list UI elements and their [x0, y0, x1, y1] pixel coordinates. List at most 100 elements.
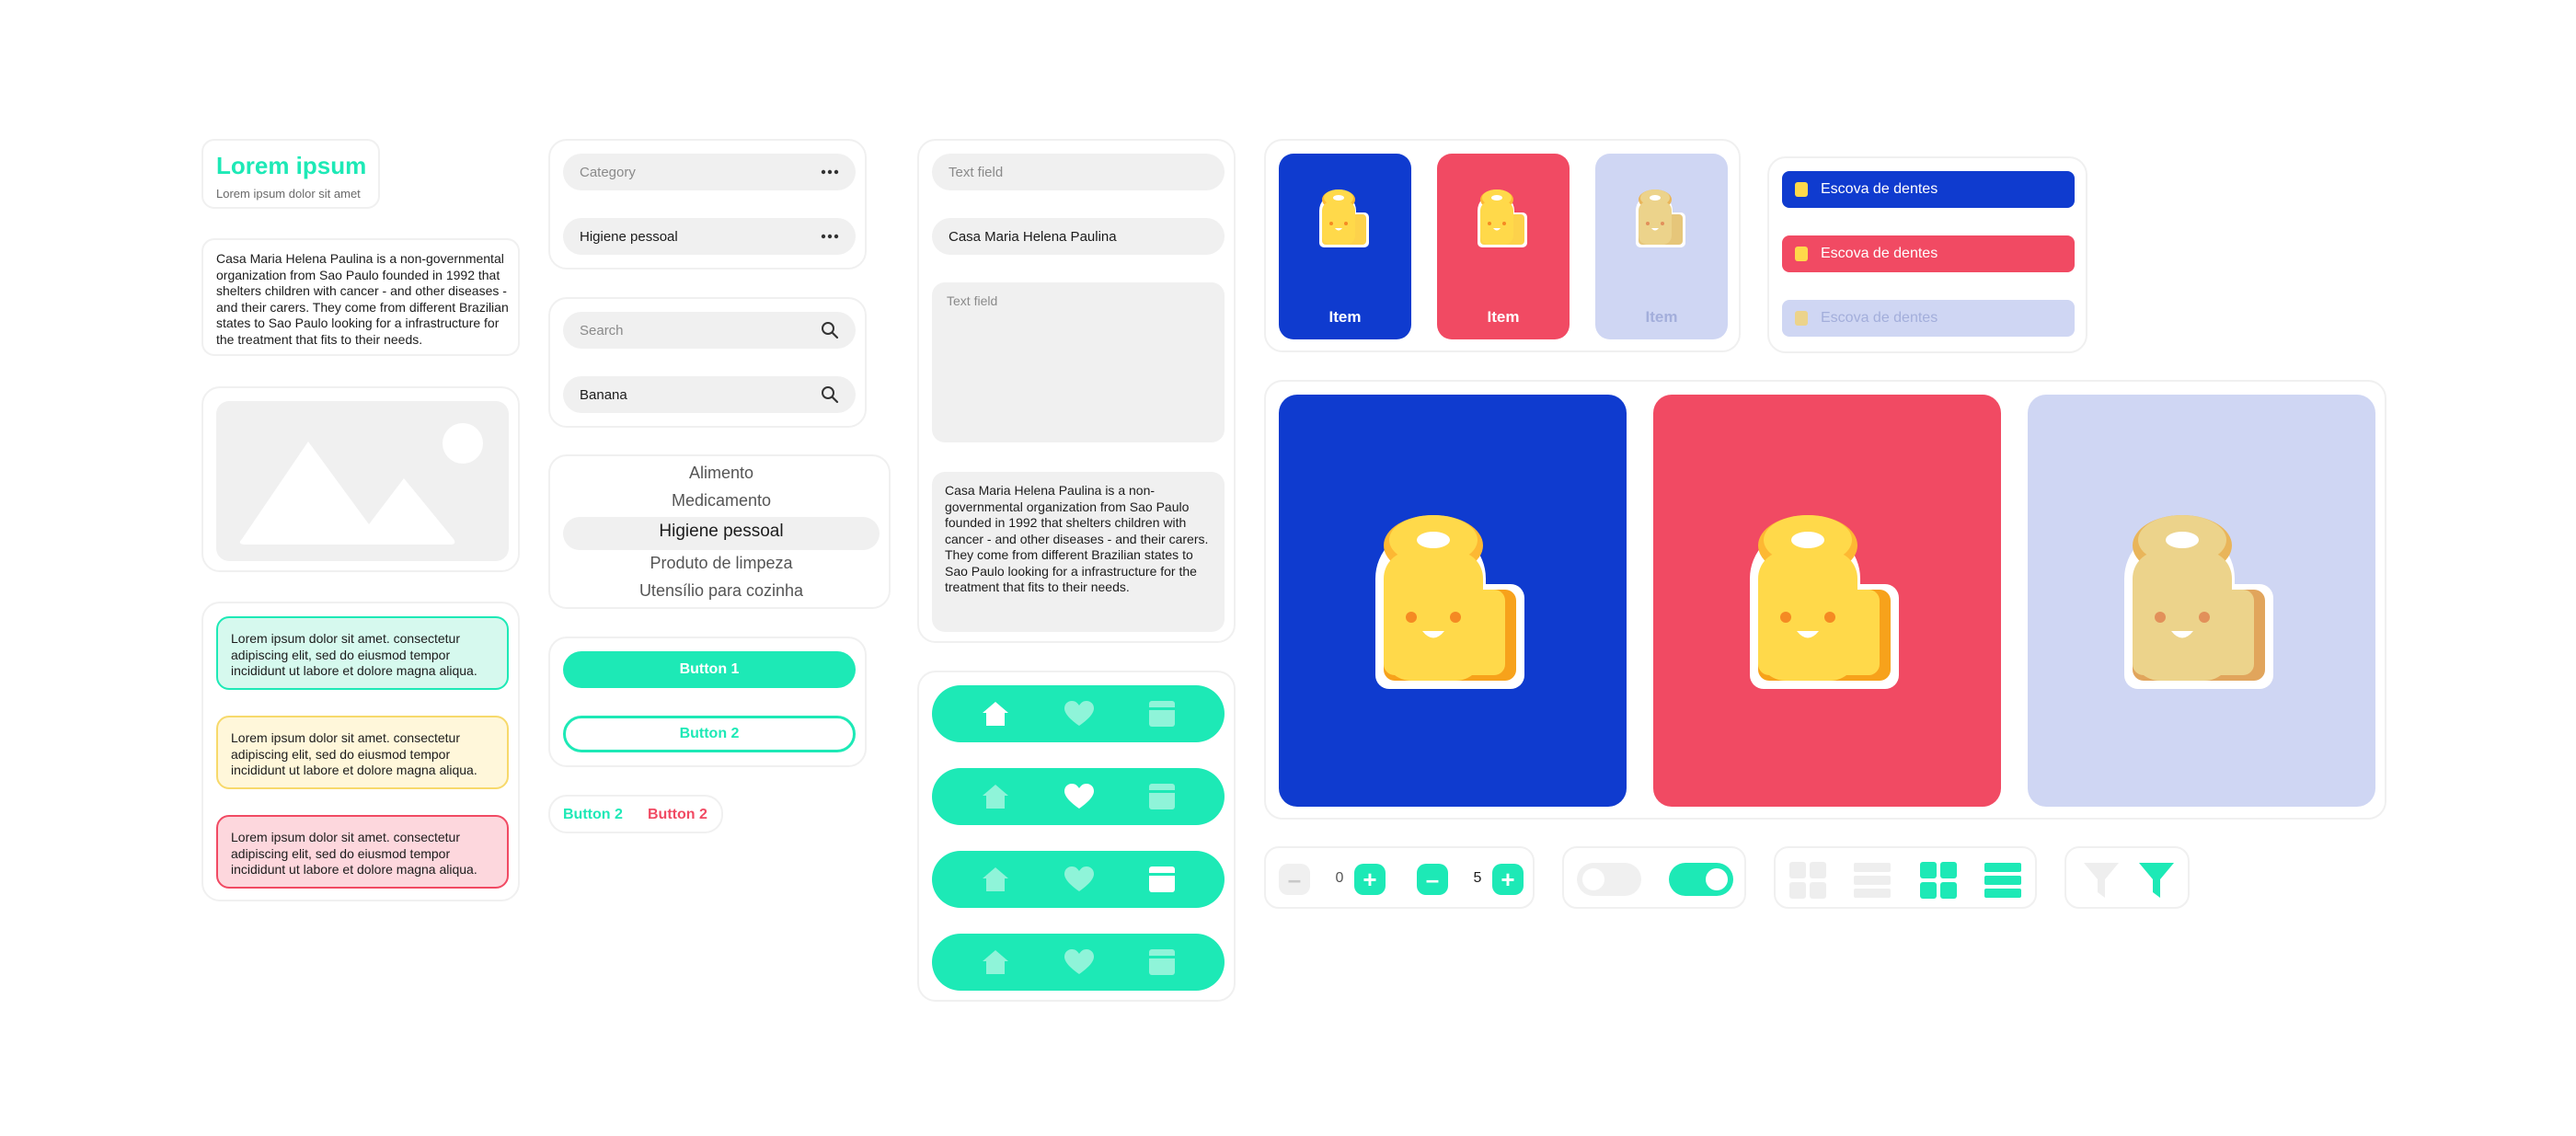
toilet-paper-icon — [1795, 311, 1808, 326]
filter-icon[interactable] — [2138, 861, 2175, 904]
toggle-knob — [1706, 868, 1728, 890]
decrement-button[interactable]: – — [1417, 864, 1448, 895]
item-tile-disabled[interactable]: Item — [1595, 154, 1728, 339]
list-view-icon[interactable] — [1853, 861, 1892, 904]
large-tile-red[interactable] — [1653, 395, 2001, 807]
search-placeholder: Search — [580, 322, 624, 339]
search-card: Search Banana — [548, 297, 867, 428]
image-placeholder-icon — [239, 423, 483, 545]
increment-button[interactable]: + — [1354, 864, 1386, 895]
home-icon[interactable] — [981, 866, 1010, 893]
list-view-icon[interactable] — [1984, 861, 2022, 904]
grid-view-icon[interactable] — [1919, 861, 1958, 904]
list-bar-label: Escova de dentes — [1821, 246, 1938, 261]
home-icon[interactable] — [981, 783, 1010, 810]
card-subtitle: Lorem ipsum dolor sit amet — [216, 187, 361, 201]
alerts-card: Lorem ipsum dolor sit amet. consectetur … — [201, 602, 520, 901]
category-dropdown-selected[interactable]: Higiene pessoal — [563, 218, 856, 255]
text-field-placeholder: Text field — [949, 164, 1004, 180]
filter-icon[interactable] — [2083, 861, 2120, 904]
decrement-button-disabled[interactable]: – — [1279, 864, 1310, 895]
textarea-value: Casa Maria Helena Paulina is a non-gover… — [945, 483, 1209, 594]
text-field-value: Casa Maria Helena Paulina — [949, 228, 1117, 245]
category-dropdown-label: Category — [580, 164, 636, 180]
alert-warning: Lorem ipsum dolor sit amet. consectetur … — [216, 716, 509, 789]
heart-icon[interactable] — [1064, 700, 1095, 728]
nav-bar-box — [932, 851, 1225, 908]
search-icon[interactable] — [821, 385, 839, 404]
card-title: Lorem ipsum — [216, 152, 367, 179]
increment-button[interactable]: + — [1492, 864, 1524, 895]
toilet-paper-icon — [1750, 515, 1899, 689]
nav-bar-inactive — [932, 934, 1225, 991]
item-tile-red[interactable]: Item — [1437, 154, 1570, 339]
nav-bar-favorites — [932, 768, 1225, 825]
toilet-paper-icon — [1795, 182, 1808, 197]
text-field-empty[interactable]: Text field — [932, 154, 1225, 190]
textarea-empty[interactable]: Text field — [932, 282, 1225, 442]
heart-icon[interactable] — [1064, 866, 1095, 893]
primary-button[interactable]: Button 1 — [563, 651, 856, 688]
box-icon[interactable] — [1148, 866, 1176, 893]
alert-success: Lorem ipsum dolor sit amet. consectetur … — [216, 616, 509, 690]
steppers-card: – 0 + – 5 + — [1264, 846, 1535, 909]
large-tile-disabled[interactable] — [2028, 395, 2375, 807]
more-horizontal-icon[interactable] — [821, 169, 839, 175]
more-horizontal-icon[interactable] — [821, 234, 839, 239]
item-tile-label: Item — [1328, 308, 1362, 326]
description-card: Casa Maria Helena Paulina is a non-gover… — [201, 238, 520, 356]
box-icon[interactable] — [1148, 700, 1176, 728]
category-dropdown[interactable]: Category — [563, 154, 856, 190]
picker-item[interactable]: Alimento — [550, 464, 892, 483]
large-tile-blue[interactable] — [1279, 395, 1627, 807]
heart-icon[interactable] — [1064, 783, 1095, 810]
home-icon[interactable] — [981, 948, 1010, 976]
text-button-accent[interactable]: Button 2 — [563, 807, 623, 823]
view-mode-card — [1774, 846, 2037, 909]
search-value: Banana — [580, 386, 627, 403]
heart-icon[interactable] — [1064, 948, 1095, 976]
picker-card: Alimento Medicamento Higiene pessoal Pro… — [548, 454, 891, 609]
toilet-paper-icon — [1636, 189, 1685, 247]
list-bar-disabled[interactable]: Escova de dentes — [1782, 300, 2075, 337]
text-field-filled[interactable]: Casa Maria Helena Paulina — [932, 218, 1225, 255]
text-buttons-card: Button 2 Button 2 — [548, 795, 723, 833]
textarea-placeholder: Text field — [947, 293, 998, 308]
picker-item[interactable]: Produto de limpeza — [550, 554, 892, 573]
nav-bar-home — [932, 685, 1225, 742]
search-icon[interactable] — [821, 321, 839, 339]
search-input-filled[interactable]: Banana — [563, 376, 856, 413]
home-icon[interactable] — [981, 700, 1010, 728]
toggle-knob — [1582, 868, 1604, 890]
stepper-value: 0 — [1335, 870, 1344, 886]
search-input-empty[interactable]: Search — [563, 312, 856, 349]
list-bar-red[interactable]: Escova de dentes — [1782, 235, 2075, 272]
list-bar-label: Escova de dentes — [1821, 181, 1938, 197]
alert-error: Lorem ipsum dolor sit amet. consectetur … — [216, 815, 509, 889]
grid-view-icon[interactable] — [1788, 861, 1827, 904]
outline-button[interactable]: Button 2 — [563, 716, 856, 752]
toggle-off[interactable] — [1577, 863, 1641, 896]
toilet-paper-icon — [1795, 247, 1808, 261]
list-bars-card: Escova de dentes Escova de dentes Escova… — [1767, 156, 2087, 353]
item-tile-blue[interactable]: Item — [1279, 154, 1411, 339]
textarea-filled[interactable]: Casa Maria Helena Paulina is a non-gover… — [932, 472, 1225, 632]
box-icon[interactable] — [1148, 783, 1176, 810]
toilet-paper-icon — [1375, 515, 1524, 689]
picker-item-selected[interactable]: Higiene pessoal — [550, 522, 892, 542]
text-fields-card: Text field Casa Maria Helena Paulina Tex… — [917, 139, 1236, 643]
picker-item[interactable]: Medicamento — [550, 491, 892, 511]
toggle-on[interactable] — [1669, 863, 1733, 896]
large-tiles-card — [1264, 380, 2386, 820]
dropdown-card: Category Higiene pessoal — [548, 139, 867, 270]
text-button-red[interactable]: Button 2 — [648, 807, 707, 823]
image-card — [201, 386, 520, 572]
picker-item[interactable]: Utensílio para cozinha — [550, 581, 892, 601]
stepper-value: 5 — [1473, 870, 1482, 886]
image-placeholder — [216, 401, 509, 561]
list-bar-label: Escova de dentes — [1821, 310, 1938, 326]
nav-bars-card — [917, 671, 1236, 1002]
title-card: Lorem ipsum Lorem ipsum dolor sit amet — [201, 139, 380, 209]
list-bar-blue[interactable]: Escova de dentes — [1782, 171, 2075, 208]
box-icon[interactable] — [1148, 948, 1176, 976]
